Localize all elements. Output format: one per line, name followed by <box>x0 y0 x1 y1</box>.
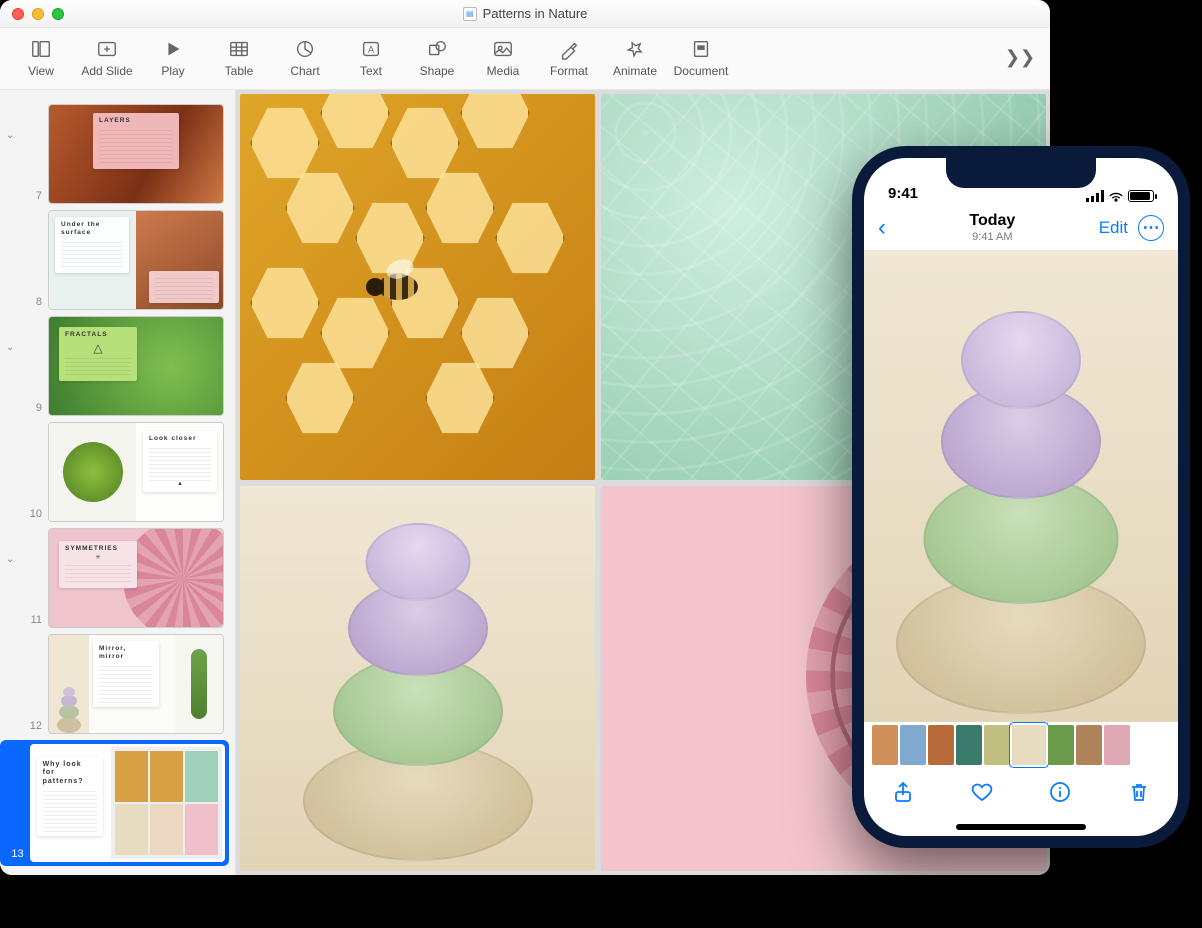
wifi-icon <box>1108 190 1124 202</box>
window-zoom-button[interactable] <box>52 8 64 20</box>
more-button[interactable]: ⋯ <box>1138 215 1164 241</box>
toolbar-overflow-button[interactable]: ❯❯ <box>1000 47 1040 68</box>
thumb-mini[interactable] <box>900 725 926 765</box>
slide-thumb-10[interactable]: 10 Look closer ▲ <box>0 422 229 522</box>
signal-icon <box>1086 190 1104 202</box>
photos-thumbnail-strip[interactable] <box>864 722 1178 768</box>
window-close-button[interactable] <box>12 8 24 20</box>
toolbar-play-label: Play <box>161 64 184 78</box>
toolbar-chart-button[interactable]: Chart <box>274 30 336 86</box>
home-indicator[interactable] <box>956 824 1086 830</box>
toolbar-text-label: Text <box>360 64 382 78</box>
document-icon: ▤ <box>463 7 477 21</box>
view-icon <box>28 38 54 60</box>
toolbar: View Add Slide Play Table Chart <box>0 28 1050 90</box>
disclosure-icon[interactable]: ⌄ <box>6 554 20 565</box>
photos-main-image[interactable] <box>864 250 1178 722</box>
slide-thumb-12[interactable]: 12 Mirror, m <box>0 634 229 734</box>
toolbar-table-button[interactable]: Table <box>208 30 270 86</box>
photos-subtitle: 9:41 AM <box>969 231 1015 244</box>
toolbar-format-label: Format <box>550 64 588 78</box>
photos-title: Today <box>969 212 1015 230</box>
toolbar-view-button[interactable]: View <box>10 30 72 86</box>
toolbar-media-label: Media <box>487 64 520 78</box>
info-button[interactable] <box>1040 777 1080 807</box>
battery-icon <box>1128 190 1154 202</box>
thumb-mini[interactable] <box>872 725 898 765</box>
slide-thumb-8[interactable]: 8 Under the surface <box>0 210 229 310</box>
slide-number: 11 <box>24 614 42 628</box>
share-button[interactable] <box>883 777 923 807</box>
toolbar-document-label: Document <box>674 64 729 78</box>
slide-thumb-11[interactable]: ⌄ 11 SYMMETRIES ✳ <box>0 528 229 628</box>
window-titlebar: ▤ Patterns in Nature <box>0 0 1050 28</box>
canvas-image-honeycomb[interactable] <box>240 94 595 480</box>
chart-icon <box>292 38 318 60</box>
toolbar-chart-label: Chart <box>290 64 319 78</box>
iphone-notch <box>946 158 1096 188</box>
toolbar-table-label: Table <box>225 64 254 78</box>
slide-navigator[interactable]: ⌄ 7 LAYERS 8 U <box>0 90 236 875</box>
back-button[interactable]: ‹ <box>878 216 886 240</box>
edit-button[interactable]: Edit <box>1099 218 1128 238</box>
thumb-mini[interactable] <box>956 725 982 765</box>
delete-button[interactable] <box>1119 777 1159 807</box>
text-icon: A <box>358 38 384 60</box>
toolbar-document-button[interactable]: Document <box>670 30 732 86</box>
window-title: ▤ Patterns in Nature <box>0 6 1050 21</box>
canvas-image-urchins[interactable] <box>240 486 595 872</box>
toolbar-shape-label: Shape <box>420 64 455 78</box>
slide-thumb-7[interactable]: ⌄ 7 LAYERS <box>0 104 229 204</box>
toolbar-text-button[interactable]: A Text <box>340 30 402 86</box>
window-title-text: Patterns in Nature <box>483 6 588 21</box>
media-icon <box>490 38 516 60</box>
photos-nav-bar: ‹ Today 9:41 AM Edit ⋯ <box>864 206 1178 250</box>
table-icon <box>226 38 252 60</box>
slide-number: 9 <box>24 402 42 416</box>
toolbar-animate-label: Animate <box>613 64 657 78</box>
toolbar-view-label: View <box>28 64 54 78</box>
window-traffic-lights <box>12 8 64 20</box>
thumb-mini[interactable] <box>1048 725 1074 765</box>
photos-toolbar <box>864 768 1178 824</box>
toolbar-media-button[interactable]: Media <box>472 30 534 86</box>
thumb-mini[interactable] <box>984 725 1010 765</box>
add-slide-icon <box>94 38 120 60</box>
slide-number: 13 <box>6 848 24 862</box>
thumb-mini-selected[interactable] <box>1012 725 1046 765</box>
slide-number: 7 <box>24 190 42 204</box>
thumb-mini[interactable] <box>928 725 954 765</box>
window-minimize-button[interactable] <box>32 8 44 20</box>
iphone-device: 9:41 ‹ Today 9:41 AM Edit ⋯ <box>852 146 1190 848</box>
toolbar-format-button[interactable]: Format <box>538 30 600 86</box>
slide-thumb-9[interactable]: ⌄ 9 FRACTALS △ <box>0 316 229 416</box>
toolbar-play-button[interactable]: Play <box>142 30 204 86</box>
disclosure-icon[interactable]: ⌄ <box>6 130 20 141</box>
toolbar-add-slide-label: Add Slide <box>81 64 132 78</box>
favorite-button[interactable] <box>962 777 1002 807</box>
thumb-mini[interactable] <box>1104 725 1130 765</box>
animate-icon <box>622 38 648 60</box>
toolbar-animate-button[interactable]: Animate <box>604 30 666 86</box>
iphone-screen: 9:41 ‹ Today 9:41 AM Edit ⋯ <box>864 158 1178 836</box>
slide-number: 8 <box>24 296 42 310</box>
toolbar-shape-button[interactable]: Shape <box>406 30 468 86</box>
slide-thumb-13[interactable]: 13 Why look for patterns? <box>0 740 229 866</box>
document-icon <box>688 38 714 60</box>
disclosure-icon[interactable]: ⌄ <box>6 342 20 353</box>
slide-number: 12 <box>24 720 42 734</box>
play-icon <box>160 38 186 60</box>
status-time: 9:41 <box>888 185 918 202</box>
format-icon <box>556 38 582 60</box>
shape-icon <box>424 38 450 60</box>
svg-text:A: A <box>368 44 375 54</box>
thumb-mini[interactable] <box>1076 725 1102 765</box>
toolbar-add-slide-button[interactable]: Add Slide <box>76 30 138 86</box>
slide-number: 10 <box>24 508 42 522</box>
